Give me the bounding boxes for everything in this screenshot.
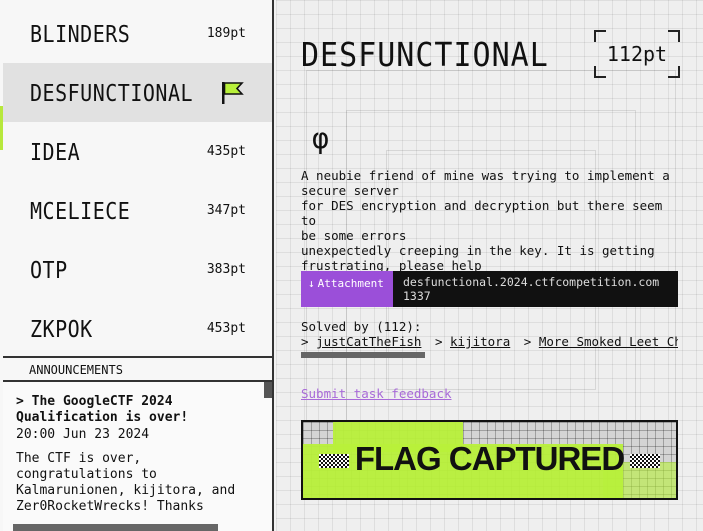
task-points-badge: 112pt: [594, 30, 680, 78]
solved-by-label: Solved by (112):: [301, 319, 422, 334]
solver-link[interactable]: > kijitora: [435, 334, 510, 349]
task-points: 435pt: [206, 144, 246, 159]
download-icon: ↓: [308, 277, 315, 290]
announcement-date: 20:00 Jun 23 2024: [16, 427, 150, 442]
task-description: A neubie friend of mine was trying to im…: [301, 168, 670, 273]
task-name: OTP: [30, 255, 68, 284]
task-detail-panel: DESFUNCTIONAL 112pt φ A neubie friend of…: [276, 0, 703, 531]
task-name: ZKPOK: [30, 314, 93, 343]
solvers-scrollbar[interactable]: [301, 352, 425, 358]
task-points: 189pt: [206, 26, 246, 41]
task-points: 453pt: [206, 321, 246, 336]
announcement-item: > The GoogleCTF 2024 Qualification is ov…: [16, 394, 260, 515]
solved-flag-icon: [222, 81, 244, 104]
solvers-list[interactable]: > justCatTheFish > kijitora > More Smoke…: [301, 334, 678, 349]
checker-icon: [630, 454, 661, 469]
task-name: BLINDERS: [30, 19, 131, 48]
attachment-label: Attachment: [317, 277, 384, 290]
announcements-header: ANNOUNCEMENTS: [3, 356, 272, 382]
task-item-mceliece[interactable]: MCELIECE 347pt: [3, 181, 272, 240]
task-name: DESFUNCTIONAL: [30, 78, 194, 107]
task-item-otp[interactable]: OTP 383pt: [3, 240, 272, 299]
task-points-value: 112pt: [606, 42, 668, 66]
solver-link[interactable]: > justCatTheFish: [301, 334, 421, 349]
announcements-scrollbar-thumb[interactable]: [264, 382, 272, 398]
solver-link[interactable]: > More Smoked Leet Chicke: [524, 334, 678, 349]
flag-captured-banner: FLAG CAPTURED: [301, 420, 678, 500]
task-item-idea[interactable]: IDEA 435pt: [3, 122, 272, 181]
crypto-category-icon: φ: [312, 122, 329, 155]
attachment-row: ↓ Attachment desfunctional.2024.ctfcompe…: [301, 271, 678, 307]
task-points: 347pt: [206, 203, 246, 218]
task-name: IDEA: [30, 137, 81, 166]
announcement-title: > The GoogleCTF 2024 Qualification is ov…: [16, 394, 189, 425]
flag-captured-label: FLAG CAPTURED: [303, 440, 676, 478]
announcement-text: The CTF is over, congratulations to Kalm…: [16, 451, 236, 514]
announcement-overflow-bar: [13, 524, 218, 531]
task-item-desfunctional[interactable]: DESFUNCTIONAL: [3, 63, 272, 122]
checker-icon: [318, 454, 349, 469]
attachment-endpoint: desfunctional.2024.ctfcompetition.com 13…: [393, 271, 678, 307]
task-list-panel: BLINDERS 189pt DESFUNCTIONAL IDEA 435pt …: [0, 0, 274, 531]
announcements-list[interactable]: > The GoogleCTF 2024 Qualification is ov…: [3, 382, 272, 531]
task-points: 383pt: [206, 262, 246, 277]
task-item-blinders[interactable]: BLINDERS 189pt: [3, 4, 272, 63]
task-item-zkpok[interactable]: ZKPOK 453pt: [3, 299, 272, 358]
attachment-button[interactable]: ↓ Attachment: [301, 271, 393, 307]
task-name: MCELIECE: [30, 196, 131, 225]
submit-feedback-link[interactable]: Submit task feedback: [301, 386, 452, 401]
task-title: DESFUNCTIONAL: [301, 36, 549, 75]
